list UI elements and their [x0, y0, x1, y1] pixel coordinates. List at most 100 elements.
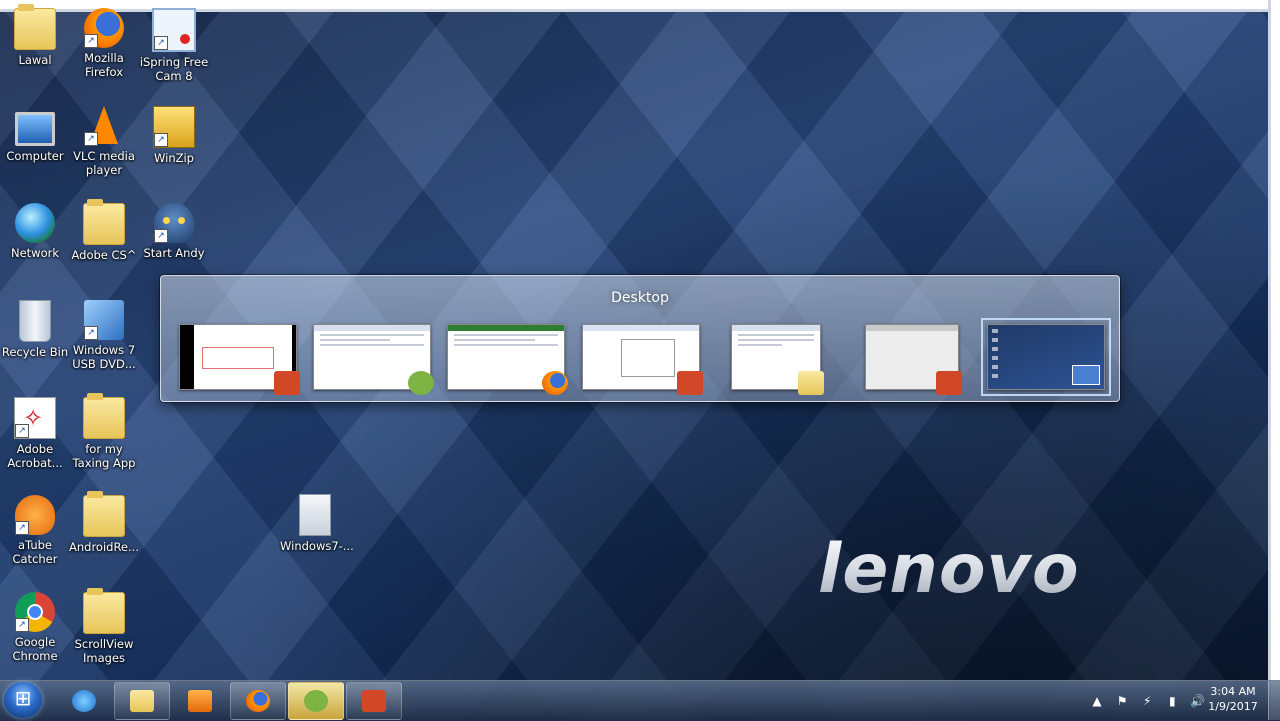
user-folder-icon [14, 4, 56, 50]
folder-icon [83, 199, 125, 245]
taskbar-windows-explorer[interactable] [114, 682, 170, 720]
powerpoint-icon [274, 371, 300, 395]
desktop-icon-label: Recycle Bin [1, 345, 69, 359]
desktop-icon-for-my-taxing-app[interactable]: for my Taxing App [69, 393, 139, 470]
shortcut-arrow-icon: ↗ [15, 424, 29, 438]
desktop-icon-label: Network [10, 246, 60, 260]
taskbar-firefox[interactable] [230, 682, 286, 720]
desktop-icon-windows7-iso[interactable]: Windows7-... [280, 494, 354, 553]
folder-icon [83, 491, 125, 537]
network-signal-icon[interactable]: ▮ [1165, 694, 1179, 708]
shortcut-arrow-icon: ↗ [84, 132, 98, 146]
desktop-icon-androidre[interactable]: AndroidRe... [69, 491, 139, 554]
notification-area: ▲ ⚑ ⚡ ▮ 🔊 [1090, 690, 1210, 710]
start-button[interactable] [4, 682, 42, 718]
switcher-thumb-powerpoint-2[interactable] [582, 324, 703, 395]
desktop-icon-label: Lawal [18, 53, 52, 67]
globe-network-icon [15, 203, 55, 243]
desktop-icon-computer[interactable]: Computer [0, 106, 70, 163]
desktop-icon-ispring-free-cam[interactable]: ↗ iSpring Free Cam 8 [139, 8, 209, 83]
right-window-border [1268, 0, 1280, 720]
recycle-bin-icon [19, 300, 51, 342]
taskbar-internet-explorer[interactable] [56, 682, 112, 720]
desktop-icon-label: for my Taxing App [72, 442, 136, 470]
firefox-icon [246, 690, 270, 712]
desktop-icon-mozilla-firefox[interactable]: ↗ Mozilla Firefox [69, 8, 139, 79]
desktop-icon-label: Start Andy [143, 246, 205, 260]
powerpoint-icon [677, 371, 703, 395]
taskbar-media-player[interactable] [172, 682, 228, 720]
desktop-icon-label: Google Chrome [12, 635, 58, 663]
desktop-icon-network[interactable]: Network [0, 203, 70, 260]
desktop-icon-vlc[interactable]: ↗ VLC media player [69, 106, 139, 177]
android-studio-icon [304, 690, 328, 712]
ispring-cam-icon: ↗ [152, 8, 196, 52]
lenovo-logo: lenovo [818, 530, 1080, 609]
system-clock[interactable]: 3:04 AM 1/9/2017 [1204, 684, 1262, 714]
shortcut-arrow-icon: ↗ [15, 521, 29, 535]
power-plug-icon[interactable]: ⚡ [1140, 694, 1154, 708]
winzip-icon: ↗ [153, 106, 195, 148]
action-center-flag-icon[interactable]: ⚑ [1115, 694, 1129, 708]
desktop-icon-label: Adobe Acrobat... [7, 442, 63, 470]
vlc-cone-icon: ↗ [84, 106, 124, 146]
desktop-icon-label: Mozilla Firefox [84, 51, 124, 79]
firefox-icon [542, 371, 568, 395]
show-hidden-icons-chevron-icon[interactable]: ▲ [1090, 694, 1104, 708]
switcher-thumb-android-studio[interactable] [313, 324, 434, 395]
switcher-thumb-desktop[interactable] [981, 318, 1111, 396]
folder-icon [798, 371, 824, 395]
computer-icon [15, 112, 55, 146]
shortcut-arrow-icon: ↗ [15, 618, 29, 632]
folder-icon [83, 393, 125, 439]
desktop-icon-label: Windows 7 USB DVD... [72, 343, 136, 371]
powerpoint-icon [936, 371, 962, 395]
desktop-icon-label: iSpring Free Cam 8 [139, 55, 209, 83]
desktop-icon-label: ScrollView Images [74, 637, 134, 665]
desktop-icon-adobe-cs[interactable]: Adobe CS^ [69, 199, 139, 262]
desktop-icon-lawal[interactable]: Lawal [0, 4, 70, 67]
desktop-icon-start-andy[interactable]: ↗ Start Andy [139, 203, 209, 260]
desktop-icon-scrollview-images[interactable]: ScrollView Images [69, 588, 139, 665]
switcher-thumb-powerpoint-3[interactable] [865, 324, 962, 395]
desktop-icon-winzip[interactable]: ↗ WinZip [139, 106, 209, 165]
shortcut-arrow-icon: ↗ [154, 133, 168, 147]
desktop-icon-label: aTube Catcher [12, 538, 58, 566]
internet-explorer-icon [72, 690, 96, 712]
switcher-thumb-firefox[interactable] [447, 324, 568, 395]
android-studio-icon [408, 371, 434, 395]
acrobat-icon: ✧ ↗ [14, 397, 56, 439]
shortcut-arrow-icon: ↗ [84, 34, 98, 48]
desktop-icon-label: Adobe CS^ [71, 248, 137, 262]
shortcut-arrow-icon: ↗ [154, 36, 168, 50]
desktop-icon-adobe-acrobat[interactable]: ✧ ↗ Adobe Acrobat... [0, 397, 70, 470]
volume-speaker-icon[interactable]: 🔊 [1190, 694, 1205, 708]
window-switcher: Desktop [160, 275, 1120, 402]
desktop-icon-recycle-bin[interactable]: Recycle Bin [0, 300, 70, 359]
switcher-title: Desktop [611, 290, 669, 306]
andy-robot-icon: ↗ [154, 203, 194, 243]
taskbar-android-studio[interactable] [288, 682, 344, 720]
switcher-thumb-explorer[interactable] [731, 324, 824, 395]
powerpoint-icon [362, 690, 386, 712]
desktop-icon-label: WinZip [154, 151, 194, 165]
clock-time: 3:04 AM [1210, 685, 1256, 698]
firefox-icon: ↗ [84, 8, 124, 48]
atube-catcher-icon: ↗ [15, 495, 55, 535]
show-desktop-button[interactable] [1268, 681, 1280, 720]
desktop-icon-google-chrome[interactable]: ↗ Google Chrome [0, 592, 70, 663]
clock-date: 1/9/2017 [1208, 700, 1258, 713]
desktop-icon-atube-catcher[interactable]: ↗ aTube Catcher [0, 495, 70, 566]
desktop-icon-label: Windows7-... [280, 539, 354, 553]
shortcut-arrow-icon: ↗ [154, 229, 168, 243]
usb-dvd-tool-icon: ↗ [84, 300, 124, 340]
media-player-icon [188, 690, 212, 712]
desktop-icon-label: Computer [6, 149, 64, 163]
desktop-icon-windows7-usb-dvd[interactable]: ↗ Windows 7 USB DVD... [69, 300, 139, 371]
desktop-icon-label: VLC media player [73, 149, 135, 177]
taskbar-powerpoint[interactable] [346, 682, 402, 720]
switcher-thumb-powerpoint-1[interactable] [179, 324, 300, 395]
disc-image-icon [299, 494, 331, 536]
chrome-icon: ↗ [15, 592, 55, 632]
folder-icon [130, 690, 154, 712]
